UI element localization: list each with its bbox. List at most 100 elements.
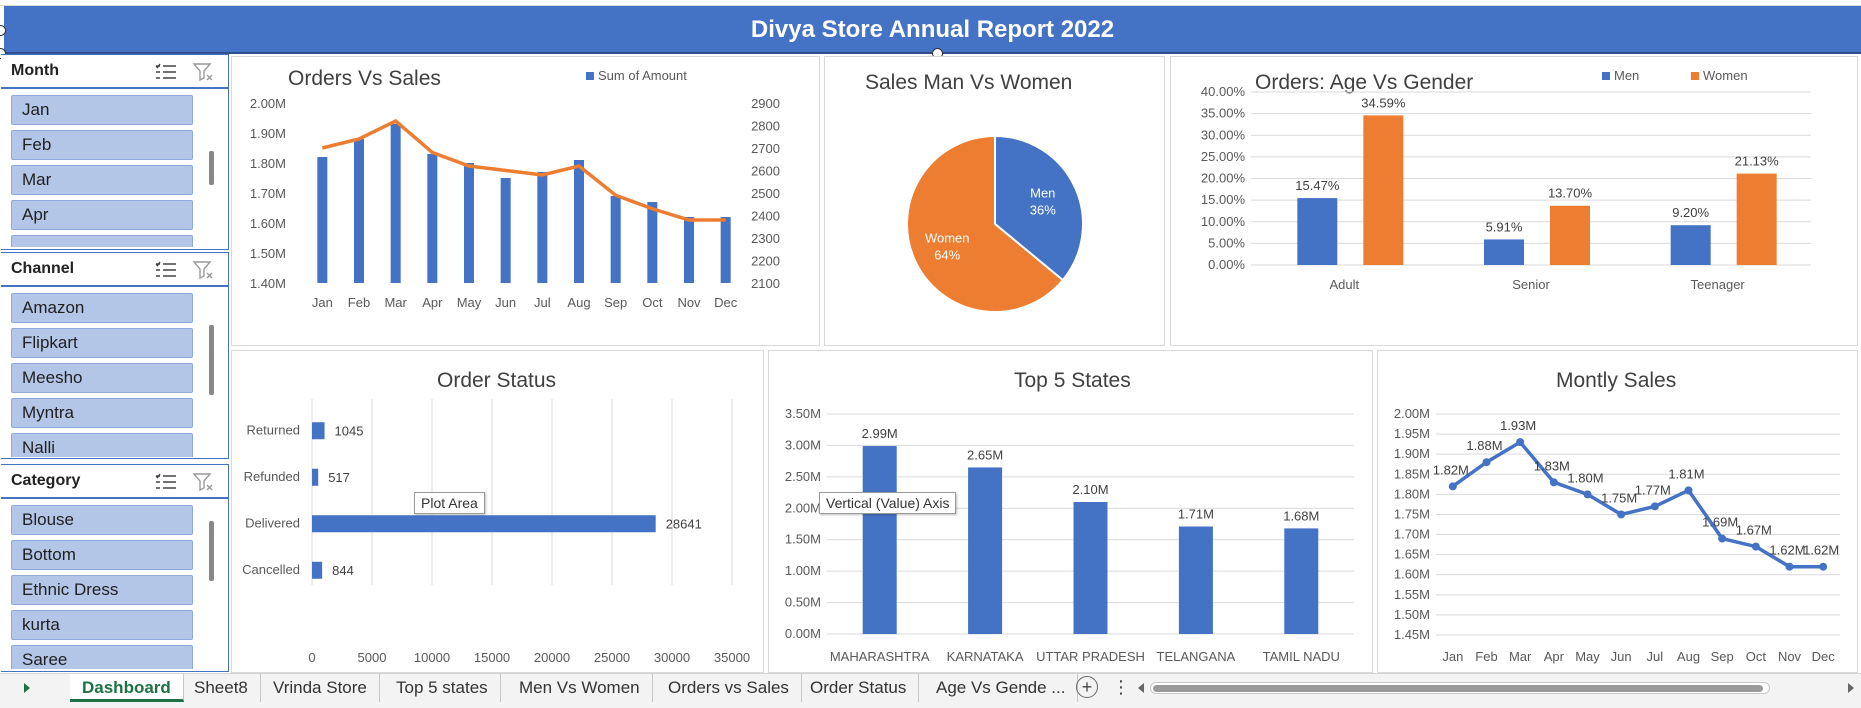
slicer-scrollbar[interactable] — [209, 325, 214, 395]
series-line — [321, 118, 726, 222]
x-tick-label: Apr — [422, 295, 443, 310]
slicer-item-channel[interactable]: Amazon — [11, 293, 193, 323]
slicer-month[interactable]: Month Jan Feb Mar Apr — [1, 54, 229, 250]
horizontal-scrollbar[interactable] — [1150, 682, 1770, 694]
data-label: 2.10M — [1072, 482, 1108, 497]
data-label: 1.88M — [1466, 438, 1502, 453]
y-tick-label: 0.50M — [785, 595, 821, 610]
data-label: 1.82M — [1433, 462, 1469, 477]
slicer-channel[interactable]: Channel Amazon Flipkart Meesho Myntra Na… — [1, 252, 229, 459]
y-tick-label-left: 1.60M — [250, 216, 286, 231]
slicer-item-month[interactable]: Mar — [11, 165, 193, 195]
x-tick-label: UTTAR PRADESH — [1036, 649, 1145, 664]
slicer-item-channel[interactable]: Flipkart — [11, 328, 193, 358]
sheet-tab[interactable]: Age Vs Gende ... — [924, 674, 1079, 702]
bar — [1178, 526, 1213, 634]
chart-svg: 1.40M 1.50M 1.60M 1.70M 1.80M 1.90M 2.00M 2100 2… — [250, 68, 780, 310]
slicer-category[interactable]: Category Blouse Bottom Ethnic Dress kurt… — [1, 464, 229, 672]
legend-label: Women — [1703, 68, 1748, 83]
bar — [500, 178, 511, 283]
excel-dashboard: Divya Store Annual Report 2022 Month Jan… — [0, 0, 1861, 708]
bar — [968, 467, 1003, 634]
x-tick-label: MAHARASHTRA — [830, 649, 930, 664]
data-label: 1.62M — [1769, 543, 1805, 558]
x-tick-label: Nov — [1778, 649, 1802, 664]
bar — [1670, 225, 1711, 265]
y-tick-label: 1.75M — [1394, 506, 1430, 521]
report-title-banner[interactable]: Divya Store Annual Report 2022 — [4, 6, 1861, 54]
data-label: 1.71M — [1178, 507, 1214, 522]
y-tick-label: Delivered — [245, 515, 300, 530]
sheet-tab[interactable]: Top 5 states — [384, 674, 501, 702]
multi-select-icon[interactable] — [155, 260, 177, 280]
chart-top-5-states[interactable]: Top 5 States 0.00M 0.50M 1.00M 1.50M 2.00M 2.… — [768, 350, 1373, 673]
y-tick-label-left: 1.80M — [250, 156, 286, 171]
slicer-header: Month — [1, 55, 228, 89]
slicer-item-channel[interactable]: Nalli — [11, 433, 193, 457]
y-tick-label: 1.65M — [1394, 547, 1430, 562]
sheet-tab[interactable]: Vrinda Store — [261, 674, 380, 702]
slicer-item-category[interactable]: Blouse — [11, 505, 193, 535]
x-tick-label: 25000 — [594, 650, 630, 665]
y-tick-label: 1.85M — [1394, 466, 1430, 481]
multi-select-icon[interactable] — [155, 472, 177, 492]
y-tick-label-right: 2700 — [751, 141, 780, 156]
clear-filter-icon[interactable] — [192, 62, 214, 82]
x-tick-label: May — [457, 295, 482, 310]
chart-monthly-sales[interactable]: Montly Sales 1.45M 1.50M 1.55M 1.60M 1.65M 1.… — [1377, 350, 1858, 673]
data-label: 844 — [332, 563, 354, 578]
x-tick-label: 0 — [308, 650, 315, 665]
chart-age-vs-gender[interactable]: Orders: Age Vs Gender 0.00% 5.00% 10.00% 15… — [1170, 56, 1858, 346]
data-point — [1819, 562, 1828, 571]
scroll-right-icon[interactable] — [1846, 682, 1856, 694]
x-tick-label: Adult — [1330, 277, 1360, 292]
slicer-item-month[interactable]: Apr — [11, 200, 193, 230]
bar — [1363, 115, 1404, 265]
slicer-scrollbar[interactable] — [209, 521, 214, 581]
horizontal-scrollbar-thumb[interactable] — [1153, 685, 1763, 692]
sheet-tab[interactable]: Men Vs Women — [507, 674, 653, 702]
slicer-item-month[interactable]: Feb — [11, 130, 193, 160]
chart-orders-vs-sales[interactable]: Orders Vs Sales 1.40M 1.50M 1.60M 1.70M 1.80… — [231, 56, 820, 346]
data-label: 9.20% — [1672, 205, 1709, 220]
slicer-scrollbar[interactable] — [209, 151, 214, 185]
y-tick-label: 0.00% — [1208, 257, 1245, 272]
multi-select-icon[interactable] — [155, 62, 177, 82]
add-sheet-button[interactable]: + — [1076, 676, 1098, 698]
slicer-header: Channel — [1, 253, 228, 287]
chart-sales-men-women[interactable]: Sales Man Vs Women Men 36% Women 64% — [824, 56, 1165, 346]
slicer-item-month[interactable] — [11, 235, 193, 247]
x-tick-label: TAMIL NADU — [1263, 649, 1340, 664]
scroll-tabs-right-icon[interactable] — [22, 682, 32, 694]
sheet-tab[interactable]: Dashboard — [70, 674, 184, 702]
data-label: 1.81M — [1668, 466, 1704, 481]
slicer-item-category[interactable]: Saree — [11, 645, 193, 669]
clear-filter-icon[interactable] — [192, 472, 214, 492]
scroll-left-icon[interactable] — [1136, 682, 1146, 694]
x-tick-label: Aug — [567, 295, 590, 310]
y-tick-label: 1.90M — [1394, 446, 1430, 461]
slicer-item-category[interactable]: kurta — [11, 610, 193, 640]
bar — [317, 157, 328, 283]
chart-order-status[interactable]: Order Status 0 5000 10000 15000 20000 25000 30… — [231, 350, 764, 673]
slicer-item-channel[interactable]: Meesho — [11, 363, 193, 393]
x-tick-label: Nov — [677, 295, 701, 310]
x-tick-label: Jun — [1611, 649, 1632, 664]
x-tick-label: Jul — [534, 295, 551, 310]
x-tick-label: Senior — [1512, 277, 1550, 292]
slicer-item-channel[interactable]: Myntra — [11, 398, 193, 428]
more-tabs-icon[interactable]: ⋮ — [1112, 677, 1130, 698]
slicer-item-category[interactable]: Bottom — [11, 540, 193, 570]
sheet-tab-bar: Dashboard Sheet8 Vrinda Store Top 5 states M… — [0, 673, 1861, 708]
y-tick-label: Refunded — [244, 469, 300, 484]
x-tick-label: Feb — [1475, 649, 1497, 664]
chart-svg: Men 36% Women 64% — [906, 134, 1084, 313]
slicer-item-category[interactable]: Ethnic Dress — [11, 575, 193, 605]
slicer-item-month[interactable]: Jan — [11, 95, 193, 125]
y-tick-label-right: 2500 — [751, 186, 780, 201]
clear-filter-icon[interactable] — [192, 260, 214, 280]
sheet-tab[interactable]: Orders vs Sales — [656, 674, 802, 702]
sheet-tab[interactable]: Order Status — [798, 674, 920, 702]
data-label: 13.70% — [1548, 186, 1593, 201]
sheet-tab[interactable]: Sheet8 — [182, 674, 261, 702]
